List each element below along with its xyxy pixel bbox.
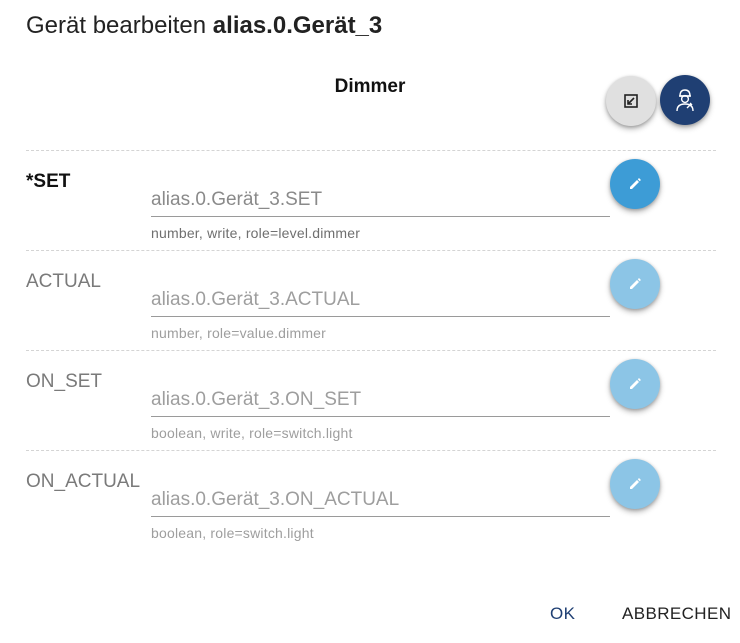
state-row-on-actual: ON_ACTUAL boolean, role=switch.light	[26, 450, 716, 550]
state-name: ON_SET	[26, 371, 103, 392]
pencil-icon	[630, 178, 641, 189]
edit-state-button[interactable]	[610, 459, 660, 509]
expert-mode-button[interactable]	[660, 75, 710, 125]
expert-worker-icon	[676, 89, 694, 112]
pencil-icon	[630, 378, 641, 389]
ok-button[interactable]: OK	[550, 604, 575, 624]
state-name: ACTUAL	[26, 271, 101, 292]
state-id-input[interactable]	[151, 383, 610, 417]
state-row-set: *SET number, write, role=level.dimmer	[26, 150, 716, 250]
state-id-input[interactable]	[151, 483, 610, 517]
edit-state-button[interactable]	[610, 359, 660, 409]
cancel-button[interactable]: ABBRECHEN	[622, 604, 731, 624]
state-row-on-set: ON_SET boolean, write, role=switch.light	[26, 350, 716, 450]
dialog-title-device-id: alias.0.Gerät_3	[212, 12, 383, 39]
pencil-icon	[630, 478, 641, 489]
state-hint: boolean, write, role=switch.light	[151, 425, 353, 441]
expand-button[interactable]	[606, 76, 656, 126]
state-name: *SET	[26, 171, 71, 192]
edit-state-button[interactable]	[610, 159, 660, 209]
pencil-icon	[630, 278, 641, 289]
state-row-actual: ACTUAL number, role=value.dimmer	[26, 250, 716, 350]
expand-icon	[624, 94, 638, 108]
state-hint: number, role=value.dimmer	[151, 325, 327, 341]
state-id-input[interactable]	[151, 283, 610, 317]
state-id-input[interactable]	[151, 183, 610, 217]
state-list: *SET number, write, role=level.dimmer AC…	[26, 150, 716, 550]
edit-state-button[interactable]	[610, 259, 660, 309]
state-hint: boolean, role=switch.light	[151, 525, 314, 541]
state-name: ON_ACTUAL	[26, 471, 141, 492]
state-hint: number, write, role=level.dimmer	[151, 225, 361, 241]
dialog-title: Gerät bearbeiten alias.0.Gerät_3	[26, 12, 382, 40]
dialog-title-prefix: Gerät bearbeiten	[26, 12, 207, 39]
